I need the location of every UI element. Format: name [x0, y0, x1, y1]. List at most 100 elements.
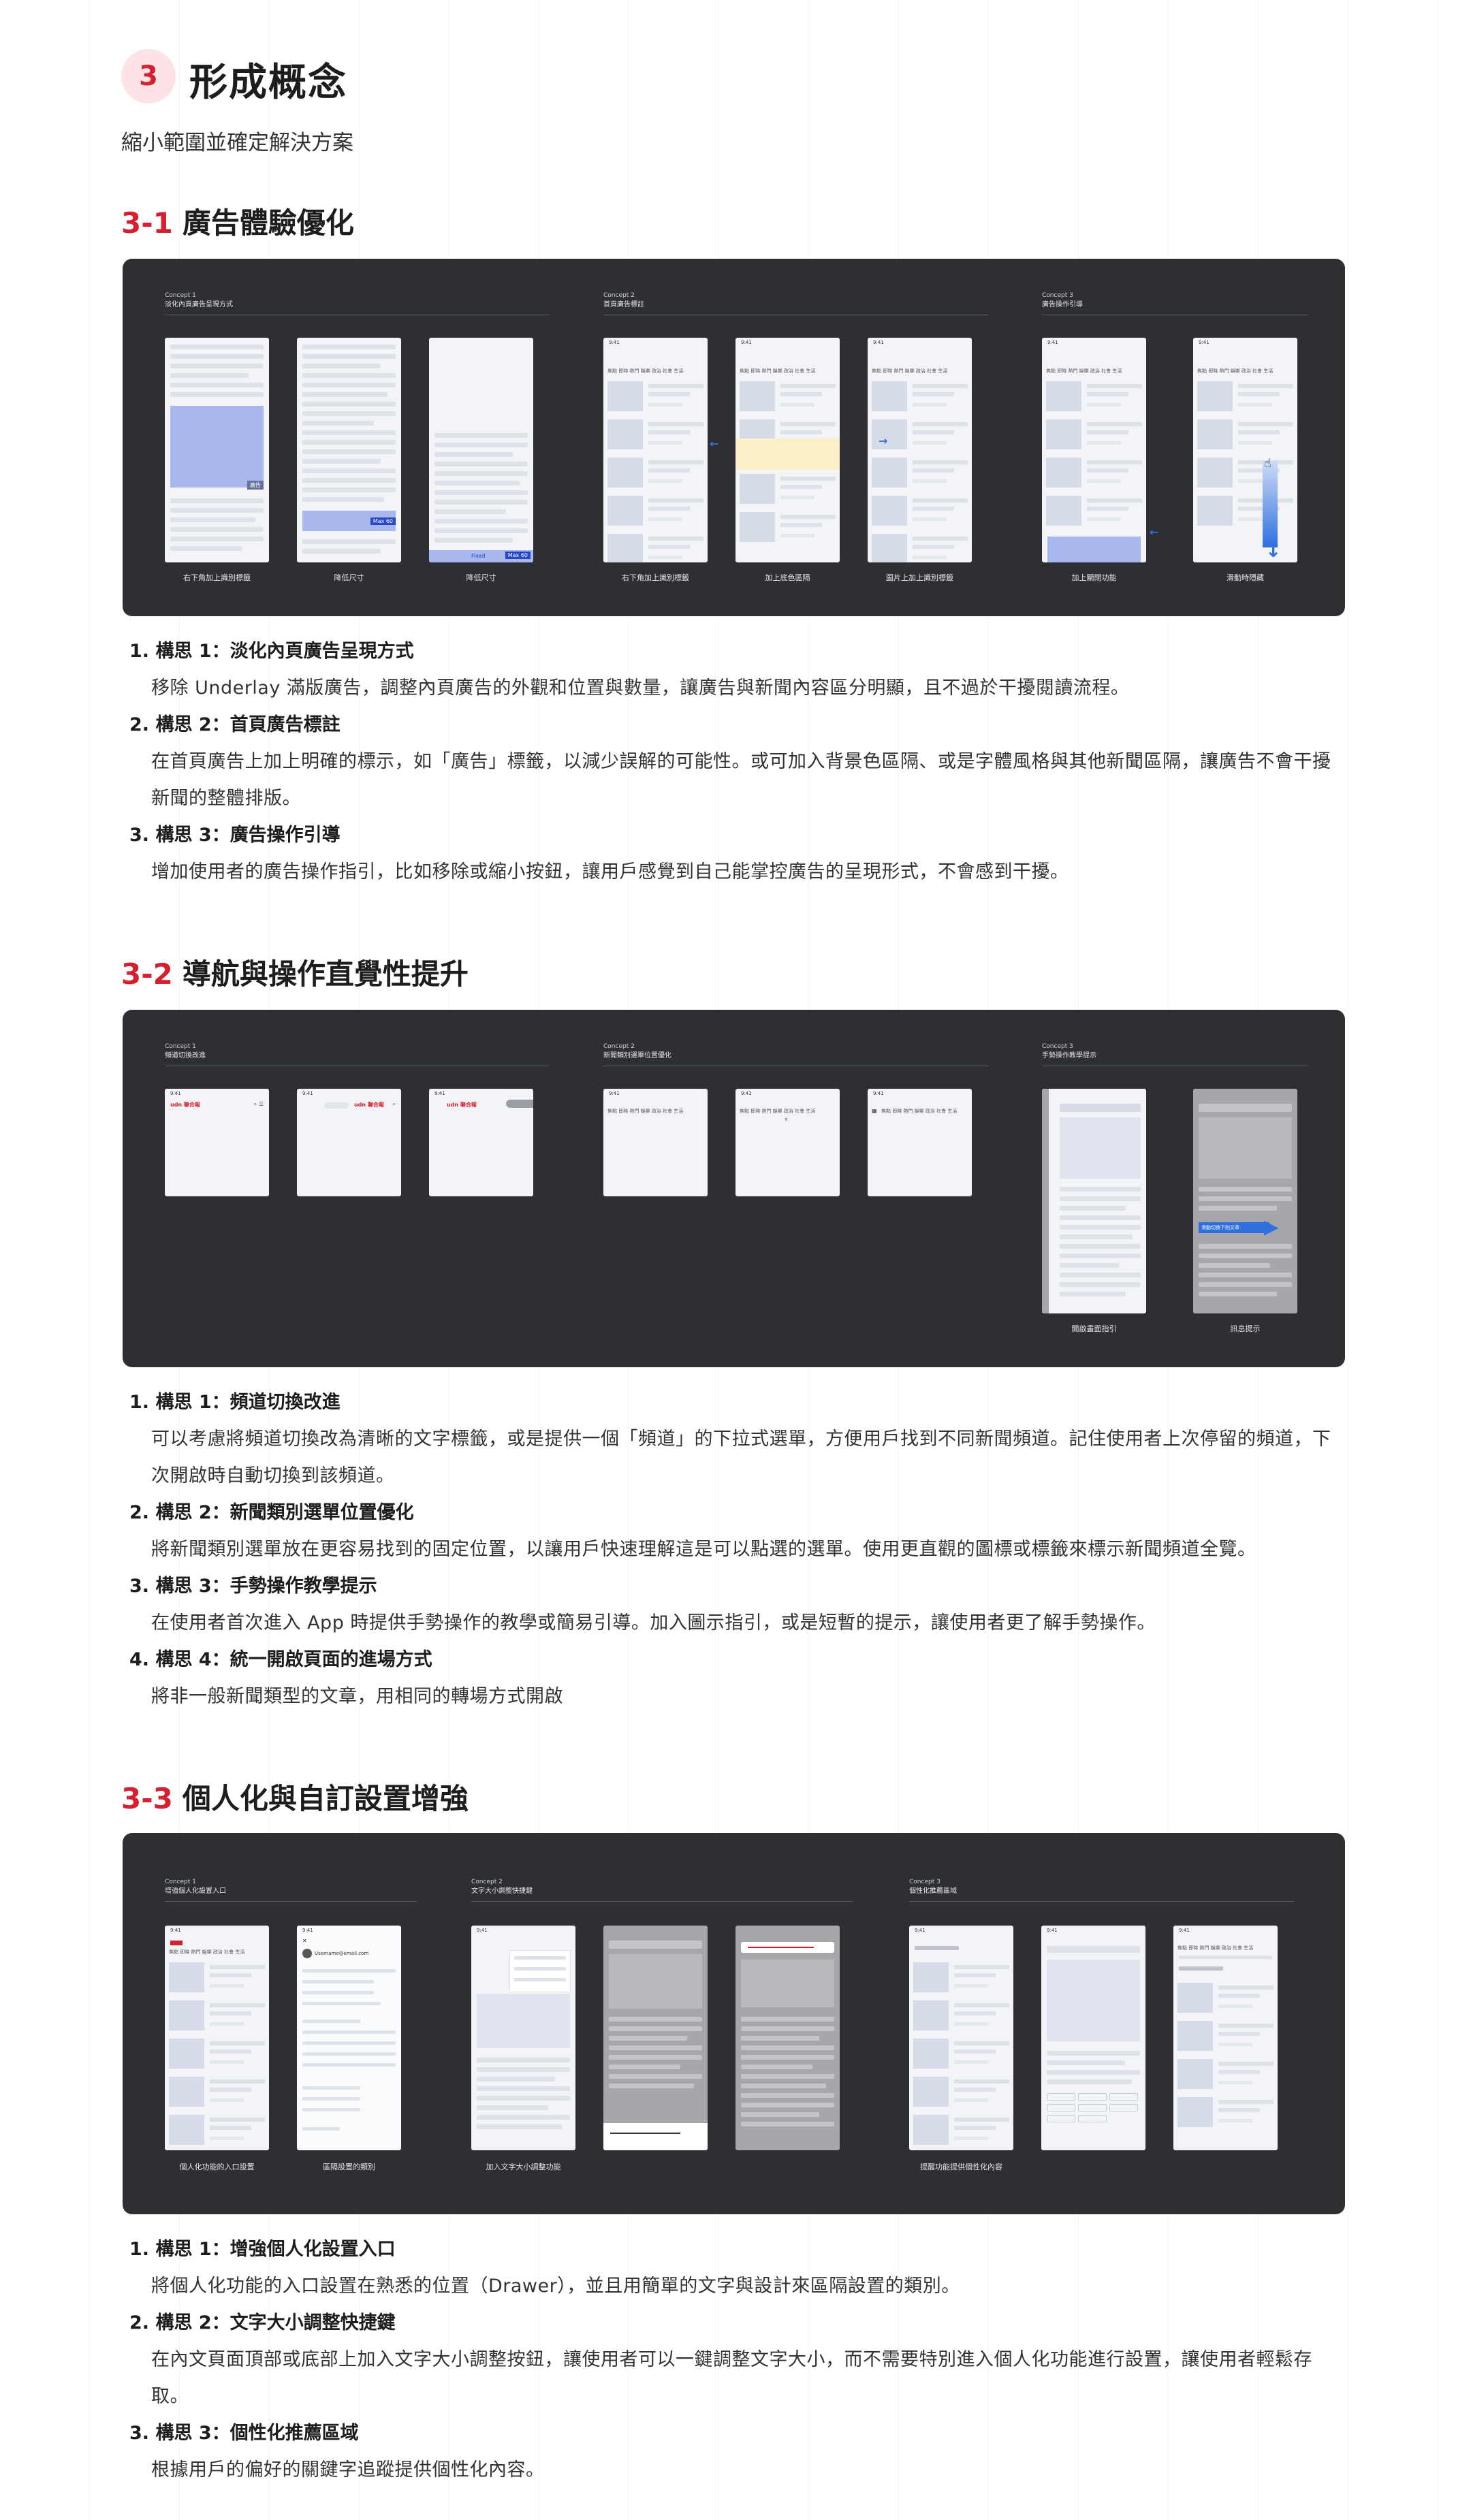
concept-label: Concept 1 頻道切換改進 — [165, 1043, 206, 1059]
keyword-chip[interactable] — [1078, 2093, 1107, 2101]
news-tabs: 焦點 即時 熱門 娛樂 政治 社會 生活 — [1177, 1945, 1254, 1951]
arrow-left-icon: ← — [710, 437, 719, 450]
section-no: 3-2 — [121, 957, 173, 991]
font-size-toolbar — [741, 1942, 834, 1953]
caption: 訊息提示 — [1230, 1324, 1261, 1333]
phone-mockup: 滑動切換下則文章 ▶ — [1193, 1089, 1297, 1313]
swipe-hint-tooltip: 滑動切換下則文章 — [1199, 1222, 1269, 1233]
ad-tag: Max 60 — [370, 517, 396, 525]
keyword-chip[interactable] — [1047, 2104, 1075, 2111]
news-tabs: 焦點 即時 熱門 娛樂 政治 社會 生活 — [1046, 368, 1122, 374]
caption: 個人化功能的入口設置 — [179, 2163, 255, 2171]
concept-label: Concept 3 個性化推薦區域 — [909, 1879, 957, 1895]
list-item: 3. 構思 3：廣告操作引導 增加使用者的廣告操作指引，比如移除或縮小按鈕，讓用戶… — [129, 825, 1069, 882]
concept-list-3-1: 1. 構思 1：淡化內頁廣告呈現方式 移除 Underlay 滿版廣告，調整內頁廣… — [129, 633, 1342, 891]
section-no: 3-1 — [121, 206, 173, 240]
phone-mockup: Fixed Max 60 — [429, 338, 533, 562]
caption: 加上底色區隔 — [765, 573, 810, 582]
news-tabs: 焦點 即時 熱門 娛樂 政治 社會 生活 — [607, 368, 684, 374]
ad-tag: 廣告 — [247, 481, 264, 490]
news-tabs: 焦點 即時 熱門 娛樂 政治 社會 生活 — [740, 1109, 816, 1114]
list-item: 4. 構思 4：統一開啟頁面的進場方式 將非一般新聞類型的文章，用相同的轉場方式開… — [129, 1649, 563, 1707]
phone-mockup: 9:41 ▦ 焦點 即時 熱門 娛樂 政治 社會 生活 — [868, 1089, 972, 1196]
ad-tag: Fixed — [471, 553, 486, 559]
keyword-chip[interactable] — [1047, 2115, 1075, 2122]
dropdown-menu — [509, 1950, 571, 1992]
section-heading-3-2: 3-2 導航與操作直覺性提升 — [121, 951, 469, 993]
phone-mockup: 9:41 udn 聯合報 ⌕ ☰ — [165, 1089, 269, 1196]
caption: 加上關閉功能 — [1071, 573, 1117, 582]
concept-list-3-2: 1. 構思 1：頻道切換改進 可以考慮將頻道切換改為清晰的文字標籤，或是提供一個「… — [129, 1384, 1342, 1715]
caption: 提醒功能提供個性化內容 — [920, 2163, 1002, 2171]
caption: 降低尺寸 — [466, 573, 496, 582]
arrow-right-icon: → — [879, 434, 888, 447]
phone-mockup: 9:41 udn 聯合報 ⌕ — [297, 1089, 401, 1196]
phone-mockup: 9:41 udn 聯合報 — [429, 1089, 533, 1196]
font-size-bar — [603, 2123, 708, 2150]
list-item: 1. 構思 1：淡化內頁廣告呈現方式 移除 Underlay 滿版廣告，調整內頁廣… — [129, 641, 1130, 699]
keyword-chip[interactable] — [1078, 2104, 1107, 2111]
phone-mockup: 9:41 焦點 即時 熱門 娛樂 政治 社會 生活 — [603, 338, 708, 562]
news-tabs: 焦點 即時 熱門 娛樂 政治 社會 生活 — [872, 368, 948, 374]
chevron-down-icon: ▼ — [785, 1117, 788, 1122]
channel-pill — [324, 1102, 349, 1109]
caption: 滑動時隱藏 — [1227, 573, 1264, 582]
concept-label: Concept 2 新聞類別選單位置優化 — [603, 1043, 671, 1059]
phone-mockup: 9:41 焦點 即時 熱門 娛樂 政治 社會 生活 — [603, 1089, 708, 1196]
keyword-chip[interactable] — [1109, 2104, 1138, 2111]
list-item: 1. 構思 1：增強個人化設置入口 將個人化功能的入口設置在熟悉的位置（Drawe… — [129, 2239, 960, 2297]
keyword-chip[interactable] — [1109, 2093, 1138, 2101]
arrow-right-icon: ▶ — [1264, 1215, 1279, 1238]
list-item: 2. 構思 2：新聞類別選單位置優化 將新聞類別選單放在更容易找到的固定位置，以讓… — [129, 1502, 1256, 1560]
list-item: 3. 構思 3：手勢操作教學提示 在使用者首次進入 App 時提供手勢操作的教學或… — [129, 1576, 1156, 1633]
section-title: 廣告體驗優化 — [182, 206, 354, 240]
app-logo: udn 聯合報 — [447, 1102, 477, 1108]
phone-mockup — [736, 1926, 840, 2150]
keyword-chip[interactable] — [1047, 2093, 1075, 2101]
phone-mockup: 9:41 焦點 即時 熱門 娛樂 政治 社會 生活 ↓ ☝ — [1193, 338, 1297, 562]
news-tabs: 焦點 即時 熱門 娛樂 政治 社會 生活 — [881, 1109, 958, 1114]
concept-label: Concept 3 廣告操作引導 — [1042, 292, 1083, 308]
search-icon: ⌕ ☰ — [253, 1101, 264, 1107]
font-size-slider — [610, 2133, 680, 2134]
caption: 圖片上加上識別標籤 — [886, 573, 953, 582]
hand-pointer-icon: ☝ — [1264, 456, 1271, 470]
arrow-down-icon: ↓ — [1265, 539, 1282, 562]
phone-mockup: 9:41 — [471, 1926, 575, 2150]
phone-mockup: 9:41 焦點 即時 熱門 娛樂 政治 社會 生活 — [165, 1926, 269, 2150]
ad-tag: Max 60 — [505, 552, 531, 559]
section-heading-3-1: 3-1 廣告體驗優化 — [121, 200, 354, 242]
highlight-band — [736, 438, 840, 470]
channel-dropdown — [506, 1100, 533, 1108]
list-item: 3. 構思 3：個性化推薦區域 根據用戶的偏好的關鍵字追蹤提供個性化內容。 — [129, 2423, 545, 2481]
concept-panel-3-2: Concept 1 頻道切換改進 Concept 2 新聞類別選單位置優化 Conc… — [123, 1010, 1345, 1367]
phone-mockup: 廣告 — [165, 338, 269, 562]
phone-mockup: 9:41 — [1041, 1926, 1145, 2150]
swipe-track — [1263, 460, 1278, 547]
avatar — [302, 1949, 312, 1958]
phone-mockup: 9:41 焦點 即時 熱門 娛樂 政治 社會 生活 — [1173, 1926, 1278, 2150]
concept-label: Concept 1 增強個人化設置入口 — [165, 1879, 226, 1895]
caption: 右下角加上識別標籤 — [622, 573, 689, 582]
user-email: Username@email.com — [315, 1951, 369, 1956]
arrow-left-icon: ← — [1150, 526, 1159, 539]
list-item: 1. 構思 1：頻道切換改進 可以考慮將頻道切換改為清晰的文字標籤，或是提供一個「… — [129, 1392, 1331, 1486]
menu-badge — [170, 1941, 183, 1945]
concept-panel-3-3: Concept 1 增強個人化設置入口 Concept 2 文字大小調整快捷鍵 Co… — [123, 1833, 1345, 2214]
list-item: 2. 構思 2：首頁廣告標註 在首頁廣告上加上明確的標示，如「廣告」標籤，以減少誤… — [129, 714, 1331, 809]
divider — [165, 1901, 417, 1902]
section-heading-3-3: 3-3 個人化與自訂設置增強 — [121, 1776, 469, 1817]
section-no: 3-3 — [121, 1782, 173, 1815]
section-title: 個人化與自訂設置增強 — [182, 1782, 469, 1815]
news-tabs: 焦點 即時 熱門 娛樂 政治 社會 生活 — [1197, 368, 1274, 374]
grid-menu-icon: ▦ — [872, 1108, 877, 1114]
news-tabs: 焦點 即時 熱門 娛樂 政治 社會 生活 — [740, 368, 816, 374]
phone-mockup: 9:41 焦點 即時 熱門 娛樂 政治 社會 生活 — [1042, 338, 1146, 562]
concept-label: Concept 1 淡化內頁廣告呈現方式 — [165, 292, 233, 308]
keyword-chip[interactable] — [1078, 2115, 1107, 2122]
phone-mockup: Max 60 — [297, 338, 401, 562]
phone-mockup: 9:41 焦點 即時 熱門 娛樂 政治 社會 生活 ▼ — [736, 1089, 840, 1196]
edge-hint — [1042, 1089, 1049, 1313]
concept-label: Concept 2 首頁廣告標註 — [603, 292, 644, 308]
phone-mockup: 9:41 焦點 即時 熱門 娛樂 政治 社會 生活 → — [868, 338, 972, 562]
